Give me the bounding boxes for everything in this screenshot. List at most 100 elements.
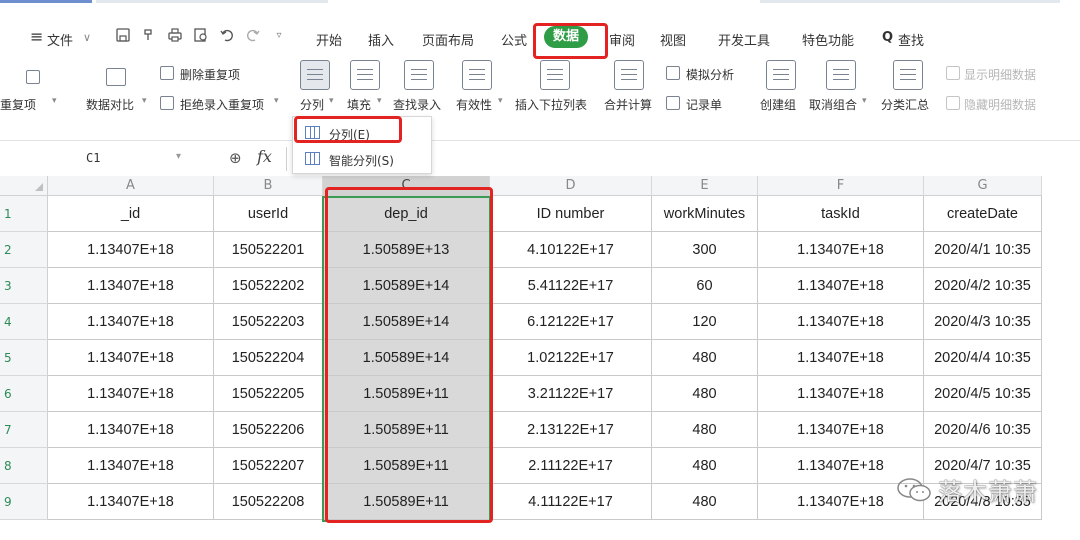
find-entry-icon[interactable] <box>404 60 434 90</box>
dropdown-arrow-icon[interactable]: ▾ <box>862 96 867 106</box>
table-cell[interactable]: 480 <box>652 376 758 412</box>
fx-icon[interactable]: fx <box>257 147 272 166</box>
table-cell[interactable]: 120 <box>652 304 758 340</box>
subtotal-icon[interactable] <box>893 60 923 90</box>
table-cell[interactable]: 2020/4/8 10:35 <box>924 484 1042 520</box>
subtotal-button[interactable]: 分类汇总 <box>881 96 929 113</box>
column-header-a[interactable]: A <box>48 176 214 196</box>
header-cell[interactable]: workMinutes <box>652 196 758 232</box>
select-all-corner[interactable] <box>0 176 48 196</box>
table-cell[interactable]: 1.13407E+18 <box>758 232 924 268</box>
table-cell[interactable]: 1.13407E+18 <box>48 376 214 412</box>
column-header-d[interactable]: D <box>490 176 652 196</box>
header-cell[interactable]: taskId <box>758 196 924 232</box>
dropdown-arrow-icon[interactable]: ▾ <box>52 96 57 106</box>
insert-dropdown-list-button[interactable]: 插入下拉列表 <box>515 96 587 113</box>
column-header-g[interactable]: G <box>924 176 1042 196</box>
table-cell[interactable]: 1.13407E+18 <box>48 304 214 340</box>
name-box-chevron-icon[interactable]: ▾ <box>176 151 181 162</box>
search-icon[interactable]: Q <box>882 30 893 45</box>
validity-icon[interactable] <box>462 60 492 90</box>
header-cell[interactable]: userId <box>214 196 323 232</box>
table-cell[interactable]: 5.41122E+17 <box>490 268 652 304</box>
table-cell[interactable]: 1.13407E+18 <box>48 448 214 484</box>
find-entry-button[interactable]: 查找录入 <box>393 96 441 113</box>
table-cell[interactable]: 1.50589E+11 <box>323 376 490 412</box>
table-cell[interactable]: 480 <box>652 448 758 484</box>
split-column-icon[interactable] <box>300 60 330 90</box>
record-form-button[interactable]: 记录单 <box>686 96 722 113</box>
dropdown-arrow-icon[interactable]: ▾ <box>377 96 382 106</box>
column-header-b[interactable]: B <box>214 176 323 196</box>
tab-developer[interactable]: 开发工具 <box>718 30 770 49</box>
data-compare-button[interactable]: 数据对比 <box>86 96 134 113</box>
row-header[interactable]: 5 <box>0 340 48 376</box>
table-cell[interactable]: 150522207 <box>214 448 323 484</box>
table-cell[interactable]: 1.13407E+18 <box>48 412 214 448</box>
table-cell[interactable]: 1.50589E+11 <box>323 448 490 484</box>
save-icon[interactable] <box>114 27 132 45</box>
column-header-e[interactable]: E <box>652 176 758 196</box>
row-header[interactable]: 9 <box>0 484 48 520</box>
table-cell[interactable]: 1.50589E+14 <box>323 304 490 340</box>
tab-special-features[interactable]: 特色功能 <box>802 30 854 49</box>
insert-dropdown-icon[interactable] <box>540 60 570 90</box>
table-cell[interactable]: 1.13407E+18 <box>758 340 924 376</box>
table-cell[interactable]: 300 <box>652 232 758 268</box>
table-cell[interactable]: 1.13407E+18 <box>48 232 214 268</box>
zoom-icon[interactable]: ⊕ <box>229 149 242 167</box>
table-cell[interactable]: 2020/4/7 10:35 <box>924 448 1042 484</box>
table-cell[interactable]: 1.13407E+18 <box>758 304 924 340</box>
table-cell[interactable]: 1.13407E+18 <box>758 412 924 448</box>
consolidate-icon[interactable] <box>614 60 644 90</box>
table-cell[interactable]: 1.13407E+18 <box>758 376 924 412</box>
table-cell[interactable]: 2020/4/2 10:35 <box>924 268 1042 304</box>
table-cell[interactable]: 2020/4/6 10:35 <box>924 412 1042 448</box>
table-cell[interactable]: 150522201 <box>214 232 323 268</box>
fill-button[interactable]: 填充 <box>347 96 371 113</box>
table-cell[interactable]: 2020/4/4 10:35 <box>924 340 1042 376</box>
split-column-button[interactable]: 分列 <box>300 96 324 113</box>
header-cell[interactable]: ID number <box>490 196 652 232</box>
table-cell[interactable]: 2.11122E+17 <box>490 448 652 484</box>
fill-icon[interactable] <box>350 60 380 90</box>
table-cell[interactable]: 150522208 <box>214 484 323 520</box>
header-cell[interactable]: _id <box>48 196 214 232</box>
table-cell[interactable]: 6.12122E+17 <box>490 304 652 340</box>
row-header[interactable]: 6 <box>0 376 48 412</box>
menu-item-split[interactable]: 分列(E) <box>293 120 431 146</box>
redo-icon[interactable] <box>244 27 262 45</box>
ungroup-button[interactable]: 取消组合 <box>809 96 857 113</box>
ungroup-icon[interactable] <box>826 60 856 90</box>
print-icon[interactable] <box>166 27 184 45</box>
dropdown-arrow-icon[interactable]: ▾ <box>498 96 503 106</box>
format-painter-icon[interactable] <box>140 27 158 45</box>
dropdown-arrow-icon[interactable]: ▾ <box>274 96 279 106</box>
column-header-f[interactable]: F <box>758 176 924 196</box>
table-cell[interactable]: 1.50589E+14 <box>323 268 490 304</box>
table-cell[interactable]: 1.13407E+18 <box>758 268 924 304</box>
highlight-duplicates-button[interactable]: 重复项 <box>0 96 36 113</box>
table-cell[interactable]: 480 <box>652 484 758 520</box>
table-cell[interactable]: 2020/4/5 10:35 <box>924 376 1042 412</box>
tab-insert[interactable]: 插入 <box>368 30 394 49</box>
file-menu[interactable]: 文件 <box>47 30 73 49</box>
hamburger-menu-icon[interactable]: ≡ <box>30 27 43 46</box>
table-cell[interactable]: 2020/4/3 10:35 <box>924 304 1042 340</box>
create-group-icon[interactable] <box>766 60 796 90</box>
validity-button[interactable]: 有效性 <box>456 96 492 113</box>
tab-review[interactable]: 审阅 <box>609 30 635 49</box>
table-cell[interactable]: 1.13407E+18 <box>48 484 214 520</box>
customize-toolbar-icon[interactable]: ▿ <box>270 27 288 45</box>
table-cell[interactable]: 150522205 <box>214 376 323 412</box>
dropdown-arrow-icon[interactable]: ▾ <box>329 96 334 106</box>
table-cell[interactable]: 150522204 <box>214 340 323 376</box>
tab-formulas[interactable]: 公式 <box>501 30 527 49</box>
search-label[interactable]: 查找 <box>898 30 924 49</box>
table-cell[interactable]: 60 <box>652 268 758 304</box>
row-header[interactable]: 7 <box>0 412 48 448</box>
tab-home[interactable]: 开始 <box>316 30 342 49</box>
header-cell[interactable]: dep_id <box>323 196 490 232</box>
show-detail-button[interactable]: 显示明细数据 <box>964 66 1036 83</box>
column-header-c[interactable]: C <box>323 176 490 196</box>
